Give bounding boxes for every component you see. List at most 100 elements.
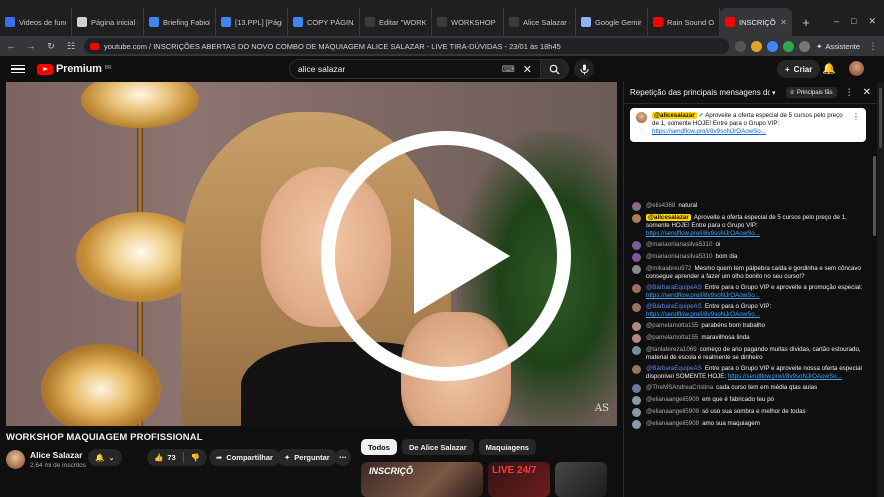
- account-avatar[interactable]: [849, 61, 864, 76]
- chat-message[interactable]: @TheMSAndreaCristina cada curso tem em mé…: [632, 384, 864, 393]
- search-button[interactable]: [541, 59, 569, 79]
- notifications-bell-icon[interactable]: 🔔: [822, 62, 836, 75]
- page-scrollbar[interactable]: [877, 82, 884, 497]
- reload-icon[interactable]: ↻: [44, 39, 58, 53]
- close-chat-icon[interactable]: ✕: [863, 87, 871, 98]
- pinned-more-icon[interactable]: ⋮: [852, 112, 860, 138]
- keyboard-icon[interactable]: ⌨: [502, 64, 515, 75]
- maximize-icon[interactable]: □: [851, 16, 856, 27]
- chat-message[interactable]: @pamelamotta155 parabéns bom trabalho: [632, 322, 864, 331]
- voice-search-button[interactable]: [574, 59, 594, 79]
- chat-message[interactable]: @tanlatereza1069 começo de ano pagando mu…: [632, 346, 864, 362]
- chat-message[interactable]: @pamelamotta155 maravilhosa linda: [632, 334, 864, 343]
- chat-message[interactable]: @elis4368 natural: [632, 202, 864, 211]
- chat-title[interactable]: Repetição das principais mensagens do c.…: [630, 88, 770, 97]
- video-lamp: [41, 344, 161, 426]
- chat-author[interactable]: @alicesalazar: [646, 214, 691, 221]
- chat-author[interactable]: @pamelamotta155: [646, 322, 698, 329]
- assistant-button[interactable]: ✦ Assistente: [816, 42, 860, 51]
- browser-tab[interactable]: Google Gemini: [576, 8, 648, 36]
- chat-more-icon[interactable]: ⋮: [845, 87, 854, 98]
- menu-icon[interactable]: ⋮: [866, 39, 880, 53]
- share-button[interactable]: ➦ Compartilhar: [209, 449, 280, 466]
- browser-tab[interactable]: COPY PÁGINA D: [288, 8, 360, 36]
- chat-author[interactable]: @TheMSAndreaCristina: [646, 384, 713, 391]
- chat-message[interactable]: @alicesalazar Aproveite a oferta especial…: [632, 214, 864, 238]
- channel-name[interactable]: Alice Salazar: [30, 450, 86, 460]
- chat-author[interactable]: @mariaoriianasilva5310: [646, 241, 712, 248]
- chat-text: só uso sua sombra e melhor de todas: [702, 408, 806, 415]
- hamburger-menu-icon[interactable]: [11, 64, 25, 74]
- browser-tab[interactable]: Página inicial | N: [72, 8, 144, 36]
- pinned-message[interactable]: @alicesalazar ✓ Aproveite a oferta espec…: [630, 108, 866, 142]
- chat-author[interactable]: @mariaoriianasilva5310: [646, 253, 712, 260]
- pinned-link[interactable]: https://sendflow.pro/i/8v9soNJrOAowSo...: [652, 128, 766, 135]
- browser-tab[interactable]: [13.PPL] [Página: [216, 8, 288, 36]
- like-button[interactable]: 👍 73 👎: [147, 449, 208, 466]
- browser-tab[interactable]: Rain Sound On: [648, 8, 720, 36]
- chat-message[interactable]: @elianaangeli5909 em que é fabricado teu …: [632, 396, 864, 405]
- more-actions-button[interactable]: ⋯: [335, 449, 351, 466]
- filter-chip-all[interactable]: Todos: [361, 439, 397, 455]
- chat-author[interactable]: @BárbaraEquipeAS: [646, 284, 702, 291]
- top-fans-button[interactable]: ♛ Principais fãs: [785, 87, 837, 98]
- chat-author[interactable]: @pamelamotta155: [646, 334, 698, 341]
- filter-chip-channel[interactable]: De Alice Salazar: [401, 439, 474, 455]
- notification-settings-button[interactable]: 🔔 ⌄: [88, 449, 122, 466]
- extension-icon[interactable]: [767, 40, 779, 52]
- browser-tab[interactable]: WORKSHOP MA: [432, 8, 504, 36]
- browser-tab[interactable]: INSCRIÇÕES AB ✕: [720, 8, 792, 36]
- chat-author[interactable]: @BárbaraEquipeAS: [646, 365, 702, 372]
- extension-icon[interactable]: ☷: [64, 39, 78, 53]
- chat-link[interactable]: https://sendflow.pro/i/8v9soNJrOAowSo...: [646, 230, 760, 237]
- chat-author[interactable]: @elis4368: [646, 202, 675, 209]
- play-icon[interactable]: [314, 124, 578, 388]
- chat-link[interactable]: https://sendflow.pro/i/8v9soNJrOAowSo...: [728, 373, 842, 380]
- chat-author[interactable]: @tanlatereza1069: [646, 346, 697, 353]
- bookmark-icon[interactable]: [735, 40, 747, 52]
- minimize-icon[interactable]: –: [834, 16, 839, 27]
- chat-message[interactable]: @BárbaraEquipeAS Entre para o Grupo VIP: …: [632, 303, 864, 319]
- chat-message[interactable]: @mikaabreu972 Mesmo quem tem pálpebra caí…: [632, 265, 864, 281]
- recommended-thumbnail[interactable]: LIVE 24/7: [488, 462, 550, 497]
- chat-link[interactable]: https://sendflow.pro/i/8v9soNJrOAowSo...: [646, 292, 760, 299]
- close-tab-icon[interactable]: ✕: [780, 18, 787, 27]
- chat-message[interactable]: @elianaangeli5909 só uso sua sombra e mel…: [632, 408, 864, 417]
- chat-message[interactable]: @mariaoriianasilva5310 bom dia: [632, 253, 864, 262]
- chat-author[interactable]: @elianaangeli5909: [646, 408, 699, 415]
- browser-tab[interactable]: Videos de fundo: [0, 8, 72, 36]
- channel-avatar[interactable]: [6, 449, 25, 469]
- create-button[interactable]: + Criar: [777, 60, 821, 78]
- chat-link[interactable]: https://sendflow.pro/i/8v9soNJrOAowSo...: [646, 311, 760, 318]
- forward-icon[interactable]: →: [24, 39, 38, 53]
- back-icon[interactable]: ←: [4, 39, 18, 53]
- browser-tab[interactable]: Editar "WORKSH: [360, 8, 432, 36]
- chevron-down-icon[interactable]: ▾: [772, 89, 776, 97]
- browser-tab[interactable]: Alice Salazar - V: [504, 8, 576, 36]
- video-player[interactable]: AS: [6, 82, 617, 426]
- search-input[interactable]: alice salazar ⌨ ✕: [289, 59, 541, 79]
- extension-icon[interactable]: [783, 40, 795, 52]
- chat-message[interactable]: @mariaoriianasilva5310 oi: [632, 241, 864, 250]
- clear-search-icon[interactable]: ✕: [523, 63, 532, 76]
- chat-author[interactable]: @mikaabreu972: [646, 265, 692, 272]
- youtube-logo[interactable]: Premium BR: [37, 63, 112, 75]
- chat-message[interactable]: @elianaangeli5909 amo sua maquiagem: [632, 420, 864, 429]
- chat-author[interactable]: @elianaangeli5909: [646, 420, 699, 427]
- puzzle-icon[interactable]: [799, 40, 811, 52]
- filter-chip-makeup[interactable]: Maquiagens: [478, 439, 536, 455]
- chat-message[interactable]: @BárbaraEquipeAS Entre para o Grupo VIP e…: [632, 284, 864, 300]
- recommended-thumbnail[interactable]: [555, 462, 607, 497]
- chat-author[interactable]: @BárbaraEquipeAS: [646, 303, 702, 310]
- extension-icon[interactable]: [751, 40, 763, 52]
- author-avatar: [632, 202, 641, 211]
- new-tab-button[interactable]: +: [796, 12, 816, 32]
- thumbs-down-icon[interactable]: 👎: [191, 453, 200, 462]
- chat-message[interactable]: @BárbaraEquipeAS Entre para o Grupo VIP e…: [632, 365, 864, 381]
- ask-button[interactable]: ✦ Perguntar: [277, 449, 337, 466]
- recommended-thumbnail[interactable]: INSCRIÇÕ: [361, 462, 483, 497]
- close-window-icon[interactable]: ✕: [868, 16, 876, 27]
- chat-author[interactable]: @elianaangeli5909: [646, 396, 699, 403]
- browser-tab[interactable]: Briefing Fabiola: [144, 8, 216, 36]
- address-bar[interactable]: youtube.com / INSCRIÇÕES ABERTAS DO NOVO…: [84, 38, 730, 54]
